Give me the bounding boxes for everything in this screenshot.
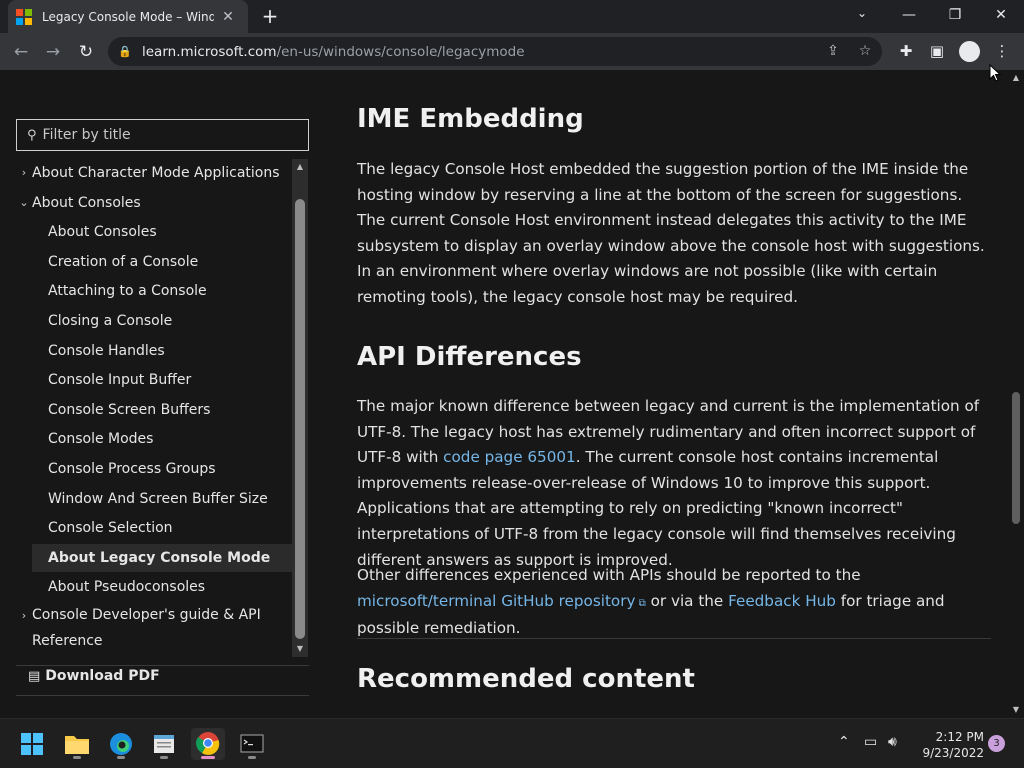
restore-button[interactable]: ❐ [932, 0, 978, 30]
tab-search-icon[interactable]: ⌄ [852, 6, 872, 26]
heading-ime-embedding: IME Embedding [357, 104, 584, 134]
clock[interactable]: 2:12 PM 9/23/2022 [914, 729, 984, 761]
article: IME Embedding The legacy Console Host em… [357, 70, 997, 718]
extensions-icon[interactable]: ✚ [896, 42, 916, 62]
edge-icon[interactable] [104, 728, 138, 760]
toc-item[interactable]: Console Selection [32, 514, 292, 542]
filter-input[interactable]: ⚲ Filter by title [16, 119, 309, 151]
tab-title: Legacy Console Mode – Windows [42, 9, 214, 24]
toc-item[interactable]: Console Process Groups [32, 455, 292, 483]
taskbar: ⌃ ▭ 🔊︎ 2:12 PM 9/23/2022 3 [0, 718, 1024, 768]
divider [16, 695, 309, 696]
reload-icon[interactable]: ↻ [73, 39, 99, 65]
toc-scrollbar-thumb[interactable] [295, 199, 305, 639]
toc-list: › About Character Mode Applications ⌄ Abou… [16, 159, 294, 659]
external-link-icon: ⧉ [635, 597, 646, 609]
minimize-button[interactable]: — [886, 0, 932, 30]
toc-item-character-mode[interactable]: › About Character Mode Applications [16, 159, 292, 187]
toc-item[interactable]: Console Modes [32, 425, 292, 453]
file-explorer-icon[interactable] [60, 728, 94, 760]
heading-recommended-content: Recommended content [357, 664, 695, 694]
page-content: ⚲ Filter by title › About Character Mode … [0, 70, 1024, 718]
heading-api-differences: API Differences [357, 342, 582, 372]
network-icon[interactable]: ▭ [864, 734, 877, 750]
page-scrollbar[interactable]: ▲ ▼ [1008, 70, 1024, 718]
toc-item[interactable]: Console Input Buffer [32, 366, 292, 394]
filter-icon: ⚲ [27, 127, 37, 143]
star-icon[interactable]: ☆ [856, 43, 874, 61]
notification-badge[interactable]: 3 [988, 735, 1005, 752]
github-repo-link[interactable]: microsoft/terminal GitHub repository [357, 592, 635, 610]
pdf-icon: ▤ [28, 668, 41, 684]
toc-scrollbar[interactable]: ▲ ▼ [292, 159, 308, 657]
browser-toolbar: ← → ↻ 🔒 learn.microsoft.com/en-us/window… [0, 33, 1024, 70]
chevron-right-icon: › [21, 166, 27, 179]
paragraph-ime: The legacy Console Host embedded the sug… [357, 160, 985, 306]
download-pdf-link[interactable]: ▤ Download PDF [28, 668, 160, 684]
toc-item[interactable]: About Pseudoconsoles [32, 573, 292, 601]
page-scrollbar-thumb[interactable] [1012, 392, 1020, 524]
browser-tab[interactable]: Legacy Console Mode – Windows ✕ [8, 0, 248, 33]
lock-icon[interactable]: 🔒 [118, 45, 132, 59]
divider [357, 638, 991, 639]
url-host: learn.microsoft.com [142, 43, 277, 60]
table-of-contents: ⚲ Filter by title › About Character Mode … [16, 70, 309, 718]
chrome-icon[interactable] [191, 728, 225, 760]
scroll-down-icon[interactable]: ▼ [1008, 702, 1024, 718]
browser-tab-bar: Legacy Console Mode – Windows ✕ + ⌄ — ❐ … [0, 0, 1024, 33]
chevron-right-icon: › [21, 609, 27, 622]
toc-item[interactable]: Closing a Console [32, 307, 292, 335]
toc-item[interactable]: Creation of a Console [32, 248, 292, 276]
profile-icon[interactable] [959, 41, 980, 62]
toc-item[interactable]: Console Handles [32, 337, 292, 365]
close-tab-icon[interactable]: ✕ [220, 9, 236, 25]
menu-icon[interactable]: ⋮ [992, 42, 1012, 62]
chevron-up-icon[interactable]: ⌃ [838, 734, 850, 750]
divider [16, 665, 309, 666]
toc-item-active[interactable]: About Legacy Console Mode [32, 544, 292, 572]
back-icon[interactable]: ← [8, 39, 34, 65]
toc-item[interactable]: Console Screen Buffers [32, 396, 292, 424]
paragraph-api: The major known difference between legac… [357, 397, 980, 569]
filter-placeholder: Filter by title [42, 127, 131, 143]
terminal-icon[interactable] [235, 728, 269, 760]
paragraph-other-differences: Other differences experienced with APIs … [357, 566, 945, 638]
volume-icon[interactable]: 🔊︎ [888, 734, 897, 750]
scroll-up-icon[interactable]: ▲ [1008, 70, 1024, 86]
scroll-down-icon[interactable]: ▼ [292, 641, 308, 657]
toc-item[interactable]: Attaching to a Console [32, 277, 292, 305]
toc-item[interactable]: About Consoles [32, 218, 292, 246]
microsoft-logo-icon [16, 8, 32, 25]
close-window-button[interactable]: ✕ [978, 0, 1024, 30]
toc-item-developer-guide[interactable]: › Console Developer's guide & API Referen… [16, 602, 292, 654]
code-page-link[interactable]: code page 65001 [443, 448, 576, 466]
toc-item[interactable]: Window And Screen Buffer Size [32, 485, 292, 513]
share-icon[interactable]: ⇪ [824, 43, 842, 61]
address-bar[interactable]: 🔒 learn.microsoft.com/en-us/windows/cons… [108, 37, 882, 66]
new-tab-button[interactable]: + [258, 4, 282, 28]
forward-icon[interactable]: → [40, 39, 66, 65]
notepad-icon[interactable] [147, 728, 181, 760]
start-icon[interactable] [15, 728, 49, 760]
scroll-up-icon[interactable]: ▲ [292, 159, 308, 175]
chevron-down-icon: ⌄ [19, 196, 29, 209]
url-path: /en-us/windows/console/legacymode [276, 43, 525, 60]
toc-item-about-consoles-group[interactable]: ⌄ About Consoles [16, 189, 292, 217]
side-panel-icon[interactable]: ▣ [927, 42, 947, 62]
mouse-cursor-icon [989, 64, 1001, 82]
feedback-hub-link[interactable]: Feedback Hub [728, 592, 836, 610]
